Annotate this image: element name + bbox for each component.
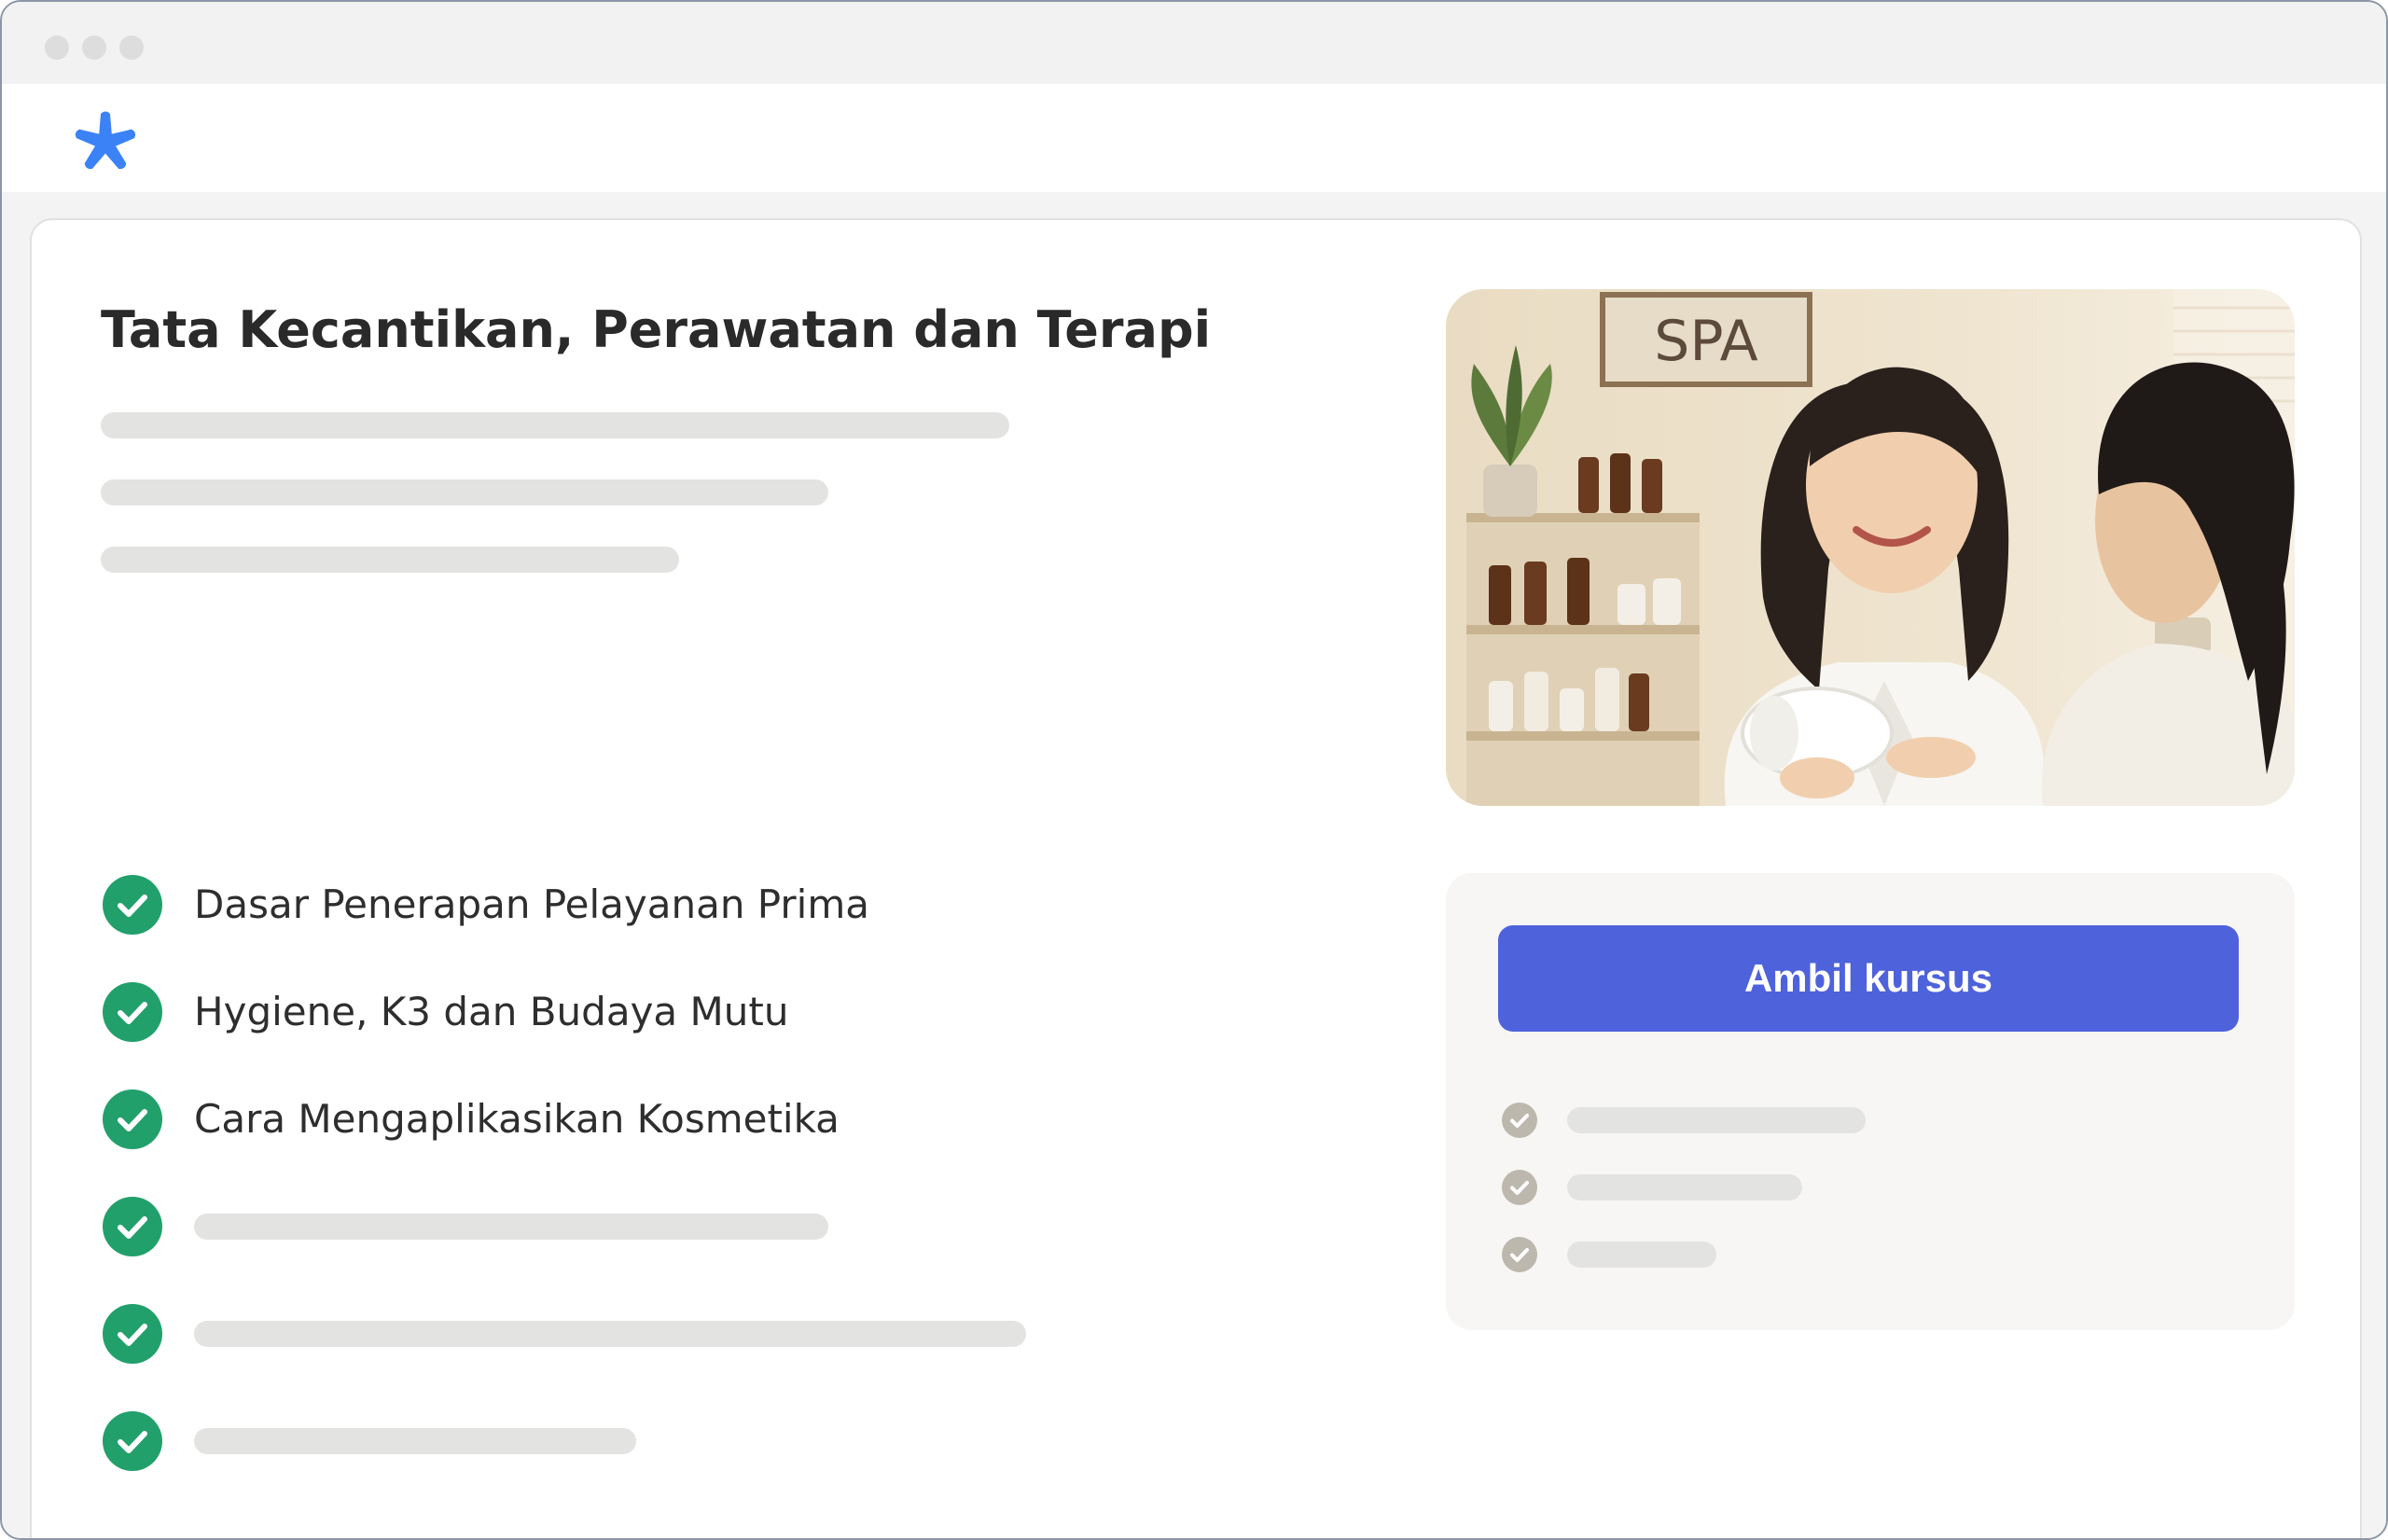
check-circle-icon — [1502, 1103, 1537, 1138]
description-placeholder-line — [101, 479, 828, 506]
check-circle-icon — [103, 982, 162, 1042]
description-placeholder-line — [101, 547, 679, 573]
window-maximize-button[interactable] — [119, 35, 144, 60]
check-circle-icon — [103, 1089, 162, 1149]
feature-label: Cara Mengaplikasikan Kosmetika — [194, 1096, 840, 1142]
take-course-button[interactable]: Ambil kursus — [1498, 925, 2239, 1032]
window-minimize-button[interactable] — [82, 35, 106, 60]
check-circle-icon — [103, 1411, 162, 1471]
course-card: Tata Kecantikan, Perawatan dan Terapi Da… — [30, 218, 2362, 1538]
description-placeholder-line — [101, 412, 1009, 438]
asterisk-icon[interactable] — [73, 110, 138, 175]
window-close-button[interactable] — [45, 35, 69, 60]
window-titlebar — [2, 2, 2386, 84]
feature-placeholder-line — [194, 1321, 1026, 1347]
check-circle-icon — [1502, 1170, 1537, 1205]
feature-label: Dasar Penerapan Pelayanan Prima — [194, 881, 869, 927]
feature-placeholder-line — [194, 1214, 828, 1240]
check-circle-icon — [1502, 1237, 1537, 1272]
content-area: Tata Kecantikan, Perawatan dan Terapi Da… — [2, 192, 2386, 1538]
course-image: SPA — [1446, 289, 2295, 806]
info-placeholder-line — [1567, 1107, 1866, 1133]
feature-label: Hygiene, K3 dan Budaya Mutu — [194, 989, 789, 1034]
feature-placeholder-line — [194, 1428, 636, 1454]
enroll-panel: Ambil kursus — [1446, 873, 2295, 1330]
check-circle-icon — [103, 1304, 162, 1364]
check-circle-icon — [103, 875, 162, 935]
info-placeholder-line — [1567, 1242, 1716, 1268]
check-circle-icon — [103, 1197, 162, 1256]
course-title: Tata Kecantikan, Perawatan dan Terapi — [101, 300, 1212, 359]
info-placeholder-line — [1567, 1174, 1802, 1200]
spa-sign-text: SPA — [1654, 309, 1757, 374]
app-header — [2, 84, 2386, 192]
browser-window: Tata Kecantikan, Perawatan dan Terapi Da… — [0, 0, 2388, 1540]
